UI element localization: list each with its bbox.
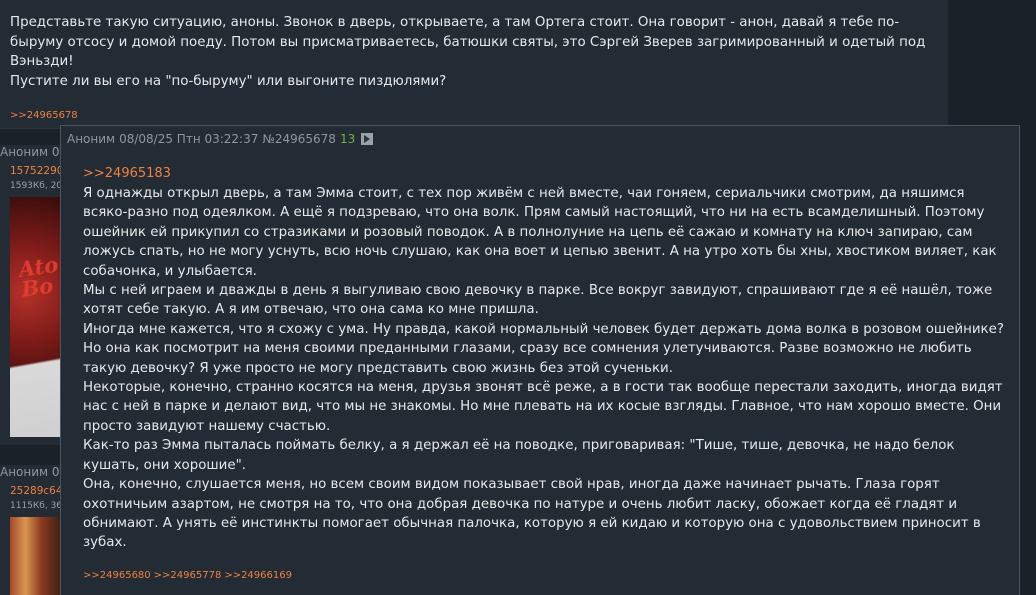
reply-link[interactable]: >>24966169 <box>224 570 292 581</box>
poster-name: Аноним 08 <box>0 465 62 479</box>
post-body: Я однажды открыл дверь, а там Эмма стоит… <box>83 184 1008 553</box>
file-meta: 1593Кб, 20 <box>10 181 62 191</box>
post-paragraph: Я однажды открыл дверь, а там Эмма стоит… <box>83 186 997 279</box>
replies-count: 13 <box>339 132 356 146</box>
post-paragraph: Иногда мне кажется, что я схожу с ума. Н… <box>83 321 1004 376</box>
post-menu-button[interactable] <box>361 133 374 145</box>
file-name-link[interactable]: 15752290 <box>10 165 62 177</box>
author-name: Аноним <box>67 132 116 146</box>
background-post: Представьте такую ситуацию, аноны. Звоно… <box>0 0 948 129</box>
thread-stub: Аноним 08 15752290 1593Кб, 20 Ato Bo <box>0 145 62 445</box>
reply-link[interactable]: >>24965680 <box>83 570 151 581</box>
post-number-link[interactable]: №24965678 <box>262 132 336 146</box>
thumbnail-logo-text: Ato Bo <box>17 251 60 302</box>
thread-stub: Аноним 08 25289c64 1115Кб, 36 <box>0 465 62 595</box>
thumbnail-image[interactable]: Ato Bo <box>10 197 62 437</box>
hover-post-preview: Аноним 08/08/25 Птн 03:22:37 №24965678 1… <box>60 125 1020 595</box>
post-text: Представьте такую ситуацию, аноны. Звоно… <box>10 15 926 89</box>
file-name-link[interactable]: 25289c64 <box>10 485 62 497</box>
file-meta: 1115Кб, 36 <box>10 501 62 511</box>
post-header: Аноним 08/08/25 Птн 03:22:37 №24965678 1… <box>67 132 374 146</box>
reply-link[interactable]: >>24965678 <box>10 110 78 121</box>
reply-link[interactable]: >>24965778 <box>154 570 222 581</box>
replies-list: >>24965680 >>24965778 >>24966169 <box>83 570 292 581</box>
post-paragraph: Мы с ней играем и дважды в день я выгули… <box>83 283 993 318</box>
page: Представьте такую ситуацию, аноны. Звоно… <box>0 0 1036 595</box>
post-paragraph: Она, конечно, слушается меня, но всем св… <box>83 477 981 551</box>
post-paragraph: Как-то раз Эмма пыталась поймать белку, … <box>83 438 955 473</box>
quote-link[interactable]: >>24965183 <box>83 166 171 181</box>
post-paragraph: Некоторые, конечно, странно косятся на м… <box>83 380 1003 434</box>
post-datetime: 08/08/25 Птн 03:22:37 <box>119 132 259 146</box>
thumbnail-image[interactable] <box>10 517 62 595</box>
play-arrow-icon <box>364 135 371 143</box>
poster-name: Аноним 08 <box>0 145 62 159</box>
